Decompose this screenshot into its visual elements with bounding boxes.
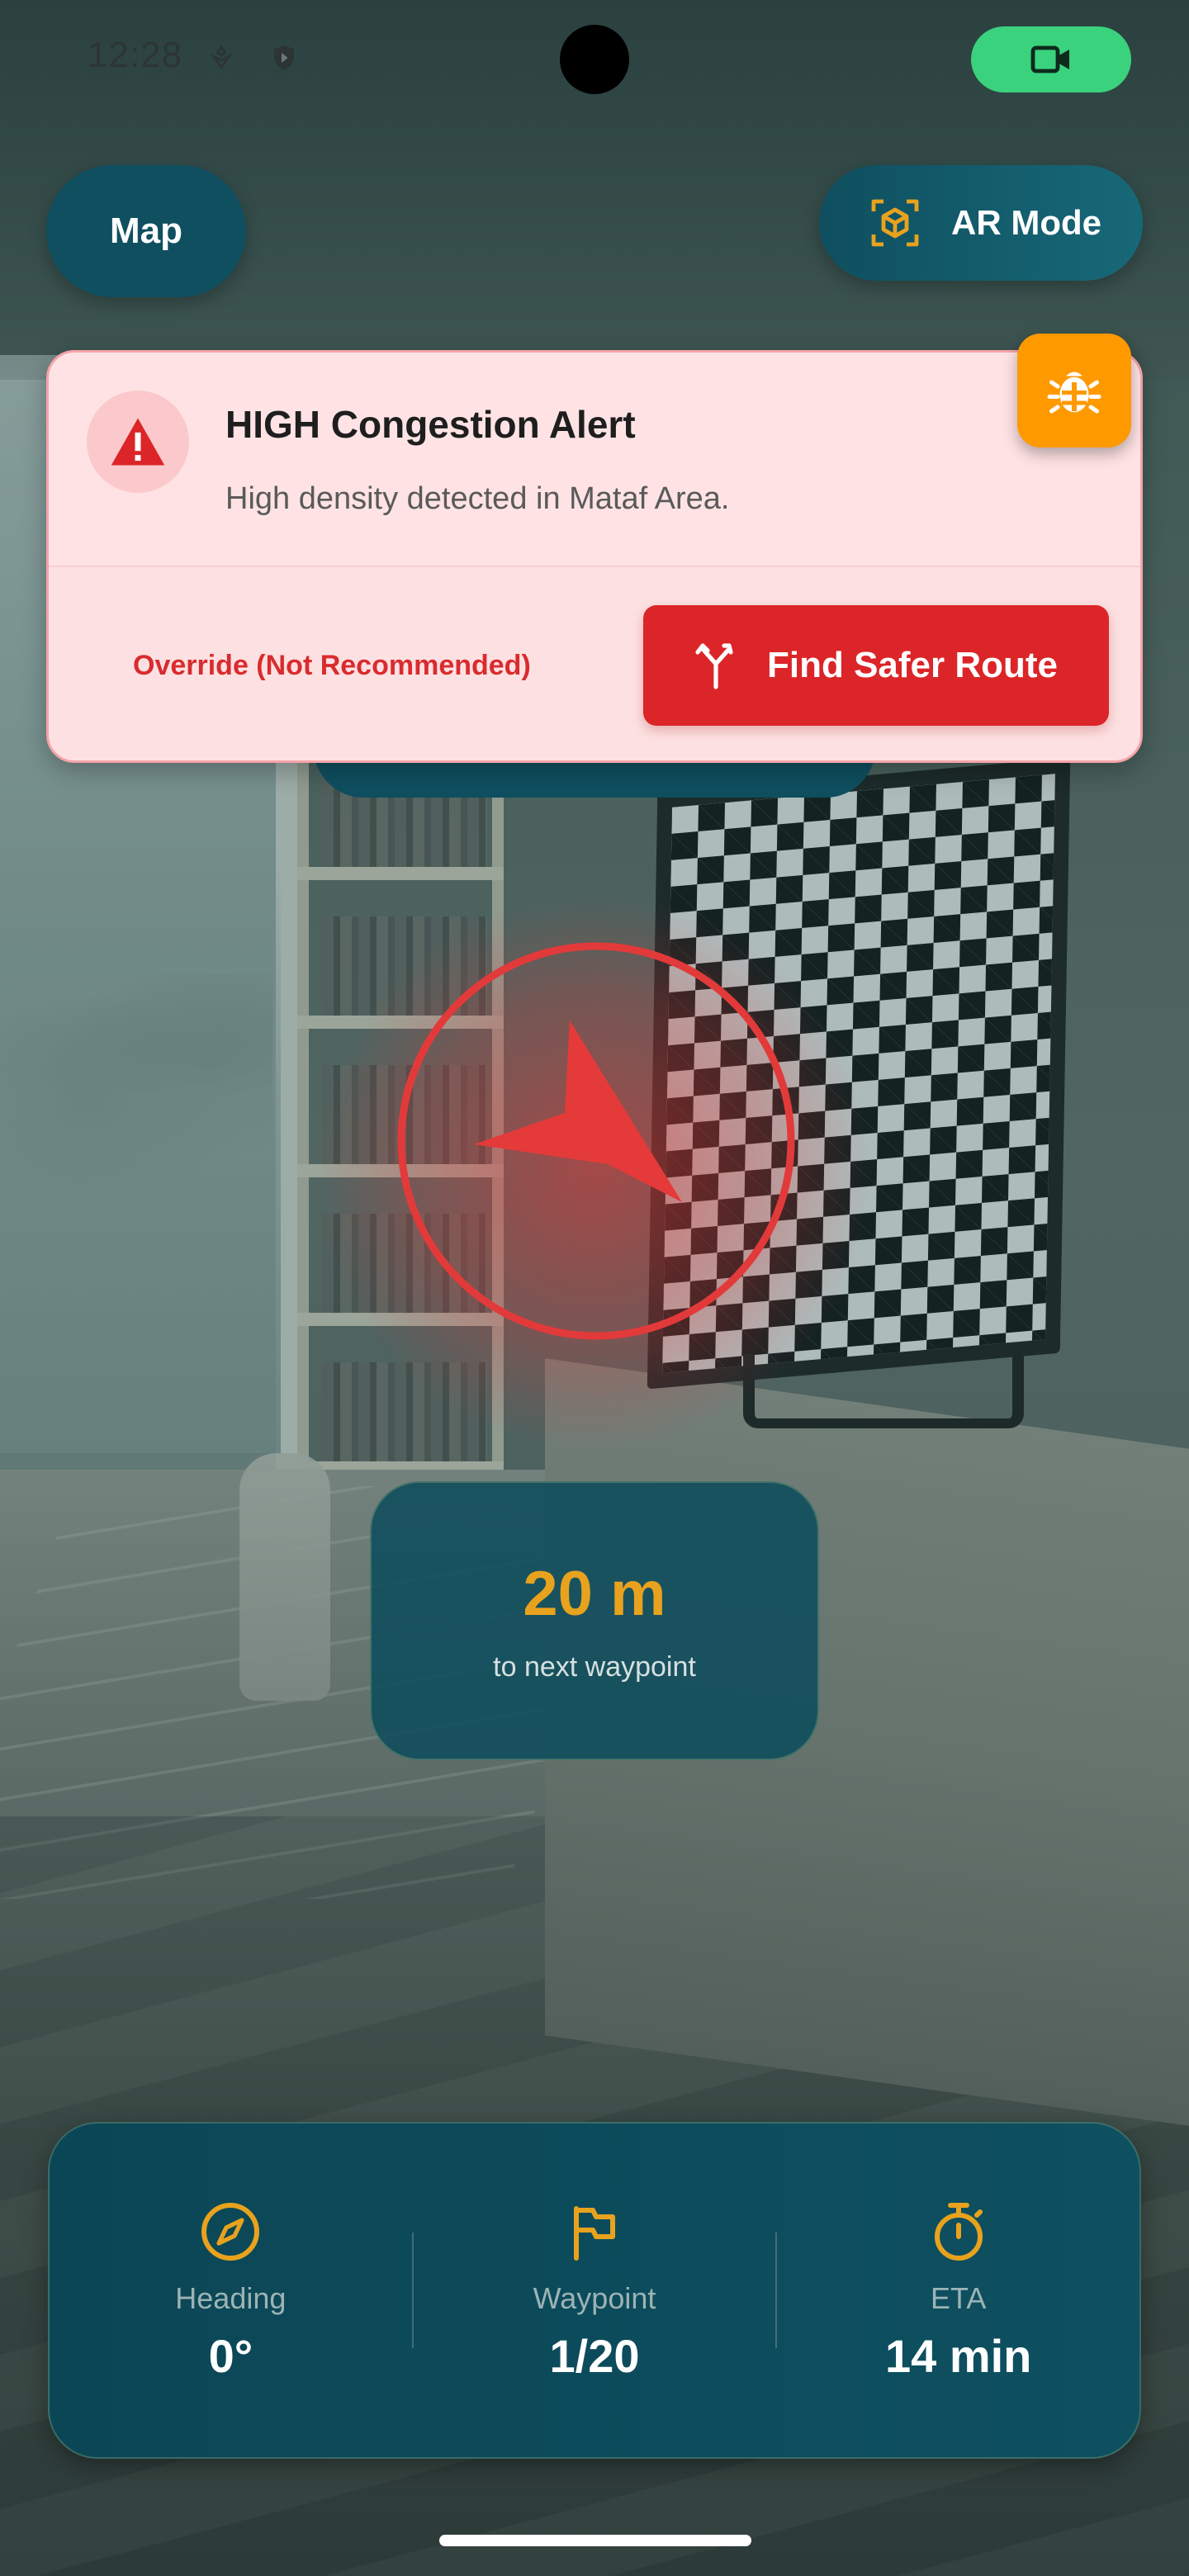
alert-icon-badge xyxy=(87,391,189,493)
warning-triangle-icon xyxy=(111,418,165,466)
ar-mode-label: AR Mode xyxy=(951,203,1101,242)
stat-eta: ETA 14 min xyxy=(777,2199,1139,2383)
shield-icon xyxy=(274,45,294,70)
ar-cube-icon xyxy=(871,199,919,247)
distance-label: to next waypoint xyxy=(493,1651,696,1683)
stat-waypoint-value: 1/20 xyxy=(549,2329,640,2382)
flag-icon xyxy=(574,2205,615,2261)
stat-waypoint-label: Waypoint xyxy=(533,2280,656,2315)
alert-title: HIGH Congestion Alert xyxy=(225,403,636,446)
front-camera xyxy=(560,25,629,94)
stat-heading-label: Heading xyxy=(175,2280,287,2315)
map-button[interactable]: Map xyxy=(46,165,246,297)
map-button-label: Map xyxy=(110,211,182,251)
debug-button[interactable] xyxy=(1017,334,1131,447)
status-time: 12:28 xyxy=(88,35,183,75)
override-button[interactable]: Override (Not Recommended) xyxy=(133,650,531,682)
home-indicator[interactable] xyxy=(439,2535,751,2546)
compass-icon xyxy=(201,2202,260,2261)
ar-mode-button[interactable]: AR Mode xyxy=(819,165,1143,281)
alert-actions: Override (Not Recommended) Find Safer Ro… xyxy=(49,566,1140,760)
bug-icon xyxy=(1047,372,1101,414)
status-bar: 12:28 xyxy=(0,0,1189,116)
find-safer-route-label: Find Safer Route xyxy=(766,645,1059,685)
stat-waypoint: Waypoint 1/20 xyxy=(414,2199,776,2383)
find-safer-route-button[interactable]: Find Safer Route xyxy=(643,605,1109,726)
navigation-arrow-icon xyxy=(397,942,795,1340)
stat-eta-value: 14 min xyxy=(884,2329,1032,2382)
alert-message: High density detected in Mataf Area. xyxy=(225,481,730,516)
navigation-stats-panel: Heading 0° Waypoint 1/20 ETA 14 min xyxy=(48,2122,1141,2459)
congestion-alert-card: HIGH Congestion Alert High density detec… xyxy=(46,350,1143,763)
stopwatch-icon xyxy=(934,2202,983,2261)
route-split-icon xyxy=(695,643,733,689)
stat-heading-value: 0° xyxy=(208,2329,253,2382)
video-recording-indicator[interactable] xyxy=(971,26,1131,92)
distance-card: 20 m to next waypoint xyxy=(370,1481,819,1760)
pinwheel-icon xyxy=(210,44,233,70)
distance-value: 20 m xyxy=(523,1559,666,1629)
stat-heading: Heading 0° xyxy=(50,2199,412,2383)
stat-eta-label: ETA xyxy=(931,2280,987,2315)
video-camera-icon xyxy=(1030,45,1069,73)
alert-header: HIGH Congestion Alert High density detec… xyxy=(49,353,1140,566)
